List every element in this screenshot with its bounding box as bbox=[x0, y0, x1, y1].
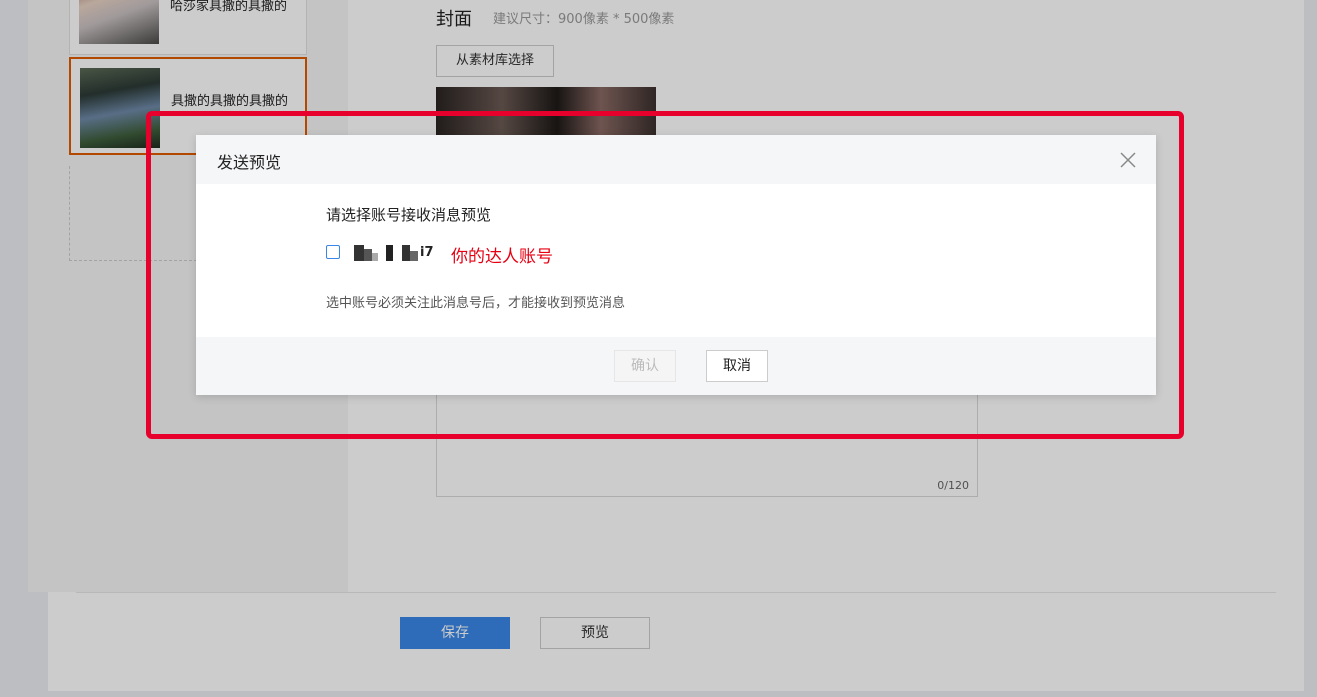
dialog-footer: 确认 取消 bbox=[196, 337, 1156, 395]
confirm-button[interactable]: 确认 bbox=[614, 350, 676, 382]
dialog-title: 发送预览 bbox=[217, 153, 282, 172]
account-annotation: 你的达人账号 bbox=[451, 247, 553, 267]
close-icon[interactable] bbox=[1118, 150, 1138, 170]
dialog-note: 选中账号必须关注此消息号后，才能接收到预览消息 bbox=[326, 296, 626, 311]
send-preview-dialog: 发送预览 请选择账号接收消息预览 i7 你的达人账号 选中账号必须关注此消息号后… bbox=[196, 135, 1156, 395]
account-checkbox[interactable] bbox=[326, 245, 340, 259]
cancel-button[interactable]: 取消 bbox=[706, 350, 768, 382]
dialog-prompt: 请选择账号接收消息预览 bbox=[326, 206, 492, 224]
account-name-suffix: i7 bbox=[420, 245, 434, 260]
account-name-mosaic bbox=[354, 245, 418, 261]
dialog-header: 发送预览 bbox=[196, 135, 1156, 184]
